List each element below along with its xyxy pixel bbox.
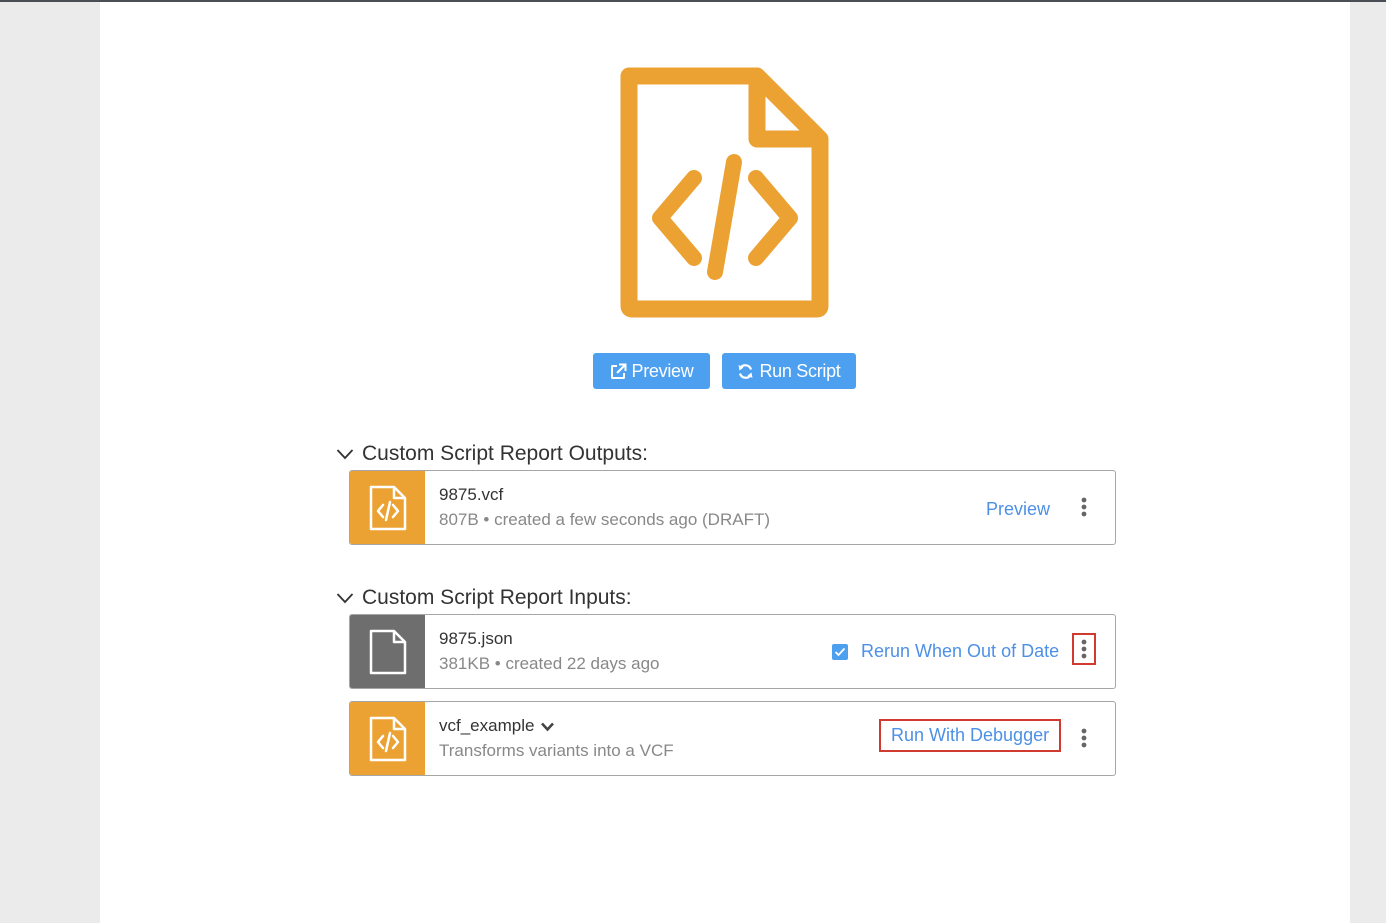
preview-button-label: Preview bbox=[631, 361, 694, 381]
input-file-tile bbox=[350, 615, 425, 688]
code-file-icon bbox=[369, 485, 407, 531]
kebab-menu-icon bbox=[1081, 497, 1087, 517]
outputs-section-toggle[interactable]: Custom Script Report Outputs: bbox=[336, 440, 648, 468]
input-script-meta: Transforms variants into a VCF bbox=[439, 741, 674, 760]
input-script-more-menu-button[interactable] bbox=[1072, 722, 1096, 754]
input-script-tile bbox=[350, 702, 425, 775]
chevron-down-icon bbox=[540, 721, 555, 732]
preview-button[interactable]: Preview bbox=[593, 353, 710, 389]
output-file-meta: 807B • created a few seconds ago (DRAFT) bbox=[439, 510, 770, 529]
input-script-name[interactable]: vcf_example bbox=[439, 716, 555, 736]
kebab-menu-icon bbox=[1081, 728, 1087, 748]
refresh-icon bbox=[737, 363, 754, 380]
input-script-card: vcf_example Transforms variants into a V… bbox=[349, 701, 1116, 776]
input-file-more-menu-button[interactable] bbox=[1072, 633, 1096, 665]
rerun-when-out-of-date-checkbox[interactable] bbox=[832, 644, 848, 660]
output-more-menu-button[interactable] bbox=[1072, 491, 1096, 523]
run-script-button-label: Run Script bbox=[759, 361, 841, 381]
output-file-card: 9875.vcf 807B • created a few seconds ag… bbox=[349, 470, 1116, 545]
inputs-section-heading: Custom Script Report Inputs: bbox=[362, 586, 632, 609]
rerun-when-out-of-date-label[interactable]: Rerun When Out of Date bbox=[861, 641, 1059, 662]
code-file-icon bbox=[369, 716, 407, 762]
kebab-menu-icon bbox=[1081, 639, 1087, 659]
output-preview-link[interactable]: Preview bbox=[986, 499, 1050, 520]
input-file-card: 9875.json 381KB • created 22 days ago Re… bbox=[349, 614, 1116, 689]
inputs-section-toggle[interactable]: Custom Script Report Inputs: bbox=[336, 584, 632, 612]
chevron-down-icon bbox=[336, 592, 354, 604]
external-link-icon bbox=[610, 363, 627, 380]
run-with-debugger-link[interactable]: Run With Debugger bbox=[879, 719, 1062, 752]
input-script-name-label: vcf_example bbox=[439, 716, 535, 735]
outputs-section-heading: Custom Script Report Outputs: bbox=[362, 442, 648, 465]
checkmark-icon bbox=[834, 647, 846, 657]
output-file-name: 9875.vcf bbox=[439, 485, 504, 504]
input-file-meta: 381KB • created 22 days ago bbox=[439, 654, 660, 673]
chevron-down-icon bbox=[336, 448, 354, 460]
file-icon bbox=[369, 629, 407, 675]
run-script-button[interactable]: Run Script bbox=[722, 353, 856, 389]
input-file-name: 9875.json bbox=[439, 629, 513, 648]
output-file-tile bbox=[350, 471, 425, 544]
code-file-icon bbox=[617, 66, 832, 318]
